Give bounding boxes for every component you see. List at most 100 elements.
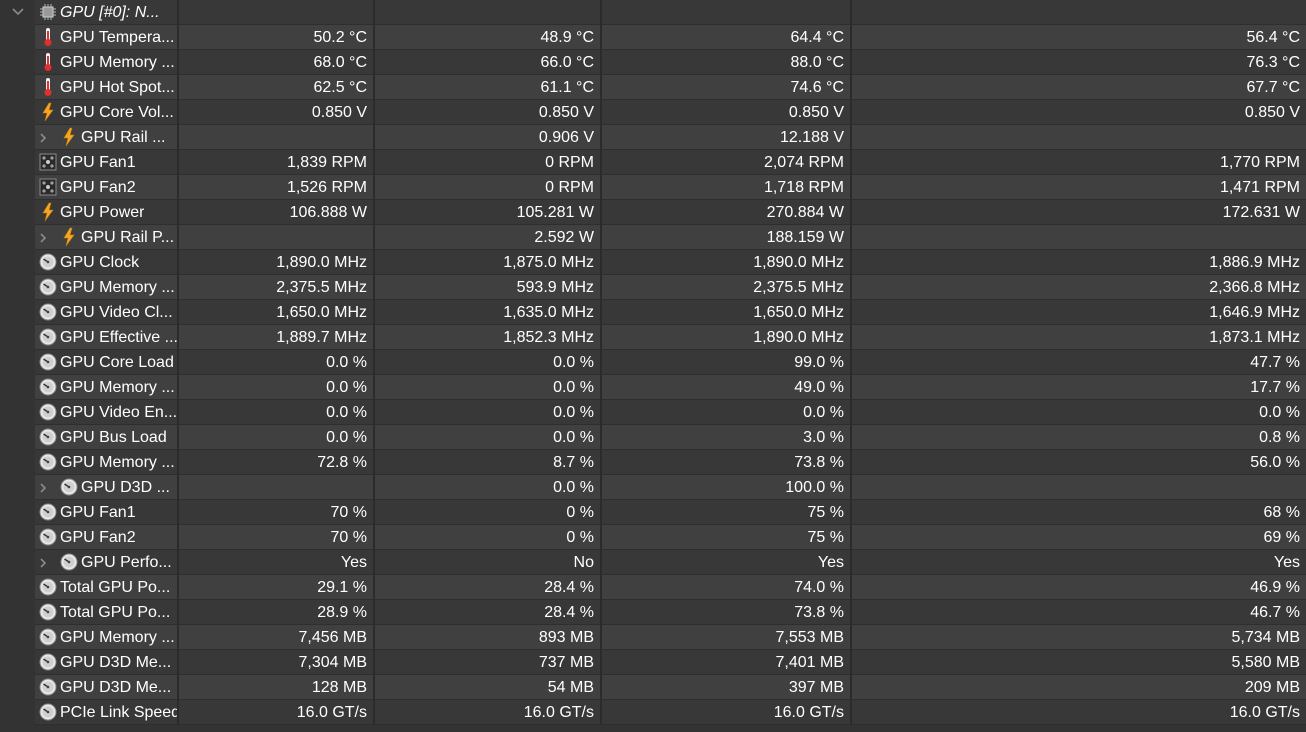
table-row[interactable]: GPU Effective ... 1,889.7 MHz 1,852.3 MHz 1… [0,325,1306,350]
table-row[interactable]: GPU Power 106.888 W 105.281 W 270.884 W 172.… [0,200,1306,225]
device-header-row[interactable]: GPU [#0]: N... [0,0,1306,25]
table-row[interactable]: GPU Fan2 70 % 0 % 75 % 69 % [0,525,1306,550]
value-cell-v3: 73.8 % [602,600,852,625]
table-row[interactable]: Total GPU Po... 28.9 % 28.4 % 73.8 % 46.7 % [0,600,1306,625]
fan-icon [38,177,58,197]
table-row[interactable]: GPU Fan2 1,526 RPM 0 RPM 1,718 RPM 1,471 RPM [0,175,1306,200]
sensor-name-cell: GPU Fan2 [35,525,179,550]
sensor-label: GPU Bus Load [60,428,167,446]
value-cell-v2: 2.592 W [375,225,602,250]
sensor-label: GPU Fan1 [60,503,136,521]
value-cell-v4: 76.3 °C [852,50,1306,75]
table-row[interactable]: PCIe Link Speed 16.0 GT/s 16.0 GT/s 16.0 GT… [0,700,1306,725]
sensor-name-cell: GPU Fan2 [35,175,179,200]
value-cell-v3: 64.4 °C [602,25,852,50]
tree-gutter [0,300,35,325]
value-cell-v2: 1,635.0 MHz [375,300,602,325]
value-cell-v2: 105.281 W [375,200,602,225]
table-row[interactable]: GPU Perfo... Yes No Yes Yes [0,550,1306,575]
table-row[interactable]: GPU Fan1 1,839 RPM 0 RPM 2,074 RPM 1,770 RPM [0,150,1306,175]
table-row[interactable]: GPU Video En... 0.0 % 0.0 % 0.0 % 0.0 % [0,400,1306,425]
chevron-right-icon[interactable] [36,475,50,500]
sensor-name-cell: GPU Tempera... [35,25,179,50]
table-row[interactable]: GPU Fan1 70 % 0 % 75 % 68 % [0,500,1306,525]
value-cell-v3: 7,553 MB [602,625,852,650]
sensor-label: GPU Rail P... [81,228,175,246]
value-cell-v3: 49.0 % [602,375,852,400]
gauge-icon [38,702,58,722]
tree-gutter [0,0,35,25]
value-cell-v4: 0.0 % [852,400,1306,425]
table-row[interactable]: GPU Memory ... 72.8 % 8.7 % 73.8 % 56.0 % [0,450,1306,475]
lightning-icon [38,102,58,122]
sensor-rows: GPU Tempera... 50.2 °C 48.9 °C 64.4 °C 56.4 … [0,25,1306,725]
sensor-name-cell: GPU Core Vol... [35,100,179,125]
table-row[interactable]: GPU Hot Spot... 62.5 °C 61.1 °C 74.6 °C 67.7… [0,75,1306,100]
table-row[interactable]: GPU Clock 1,890.0 MHz 1,875.0 MHz 1,890.0 M… [0,250,1306,275]
value-cell-v1: 16.0 GT/s [179,700,375,725]
sensor-label: GPU Memory ... [60,453,175,471]
sensor-name-cell: GPU Memory ... [35,625,179,650]
chevron-right-icon[interactable] [36,225,50,250]
tree-gutter [0,550,35,575]
table-row[interactable]: GPU D3D ... 0.0 % 100.0 % [0,475,1306,500]
table-row[interactable]: Total GPU Po... 29.1 % 28.4 % 74.0 % 46.9 % [0,575,1306,600]
value-cell-v2: 0 % [375,525,602,550]
value-cell-v1: 62.5 °C [179,75,375,100]
value-cell-v4: Yes [852,550,1306,575]
table-row[interactable]: GPU D3D Me... 128 MB 54 MB 397 MB 209 MB [0,675,1306,700]
value-cell-v3: 1,890.0 MHz [602,325,852,350]
table-row[interactable]: GPU Core Load 0.0 % 0.0 % 99.0 % 47.7 % [0,350,1306,375]
tree-gutter [0,100,35,125]
value-cell-v1: 1,890.0 MHz [179,250,375,275]
tree-gutter [0,425,35,450]
value-cell-v4: 1,770 RPM [852,150,1306,175]
table-row[interactable]: GPU Video Cl... 1,650.0 MHz 1,635.0 MHz 1,6… [0,300,1306,325]
value-cell-v3: 188.159 W [602,225,852,250]
sensor-name-cell: GPU Memory ... [35,275,179,300]
sensor-label: Total GPU Po... [60,578,171,596]
header-v2 [375,0,602,25]
table-row[interactable]: GPU Bus Load 0.0 % 0.0 % 3.0 % 0.8 % [0,425,1306,450]
table-row[interactable]: GPU D3D Me... 7,304 MB 737 MB 7,401 MB 5,580… [0,650,1306,675]
value-cell-v1: 106.888 W [179,200,375,225]
value-cell-v2: 28.4 % [375,575,602,600]
value-cell-v4: 46.9 % [852,575,1306,600]
sensor-label: GPU Fan2 [60,178,136,196]
tree-gutter [0,125,35,150]
value-cell-v1: 0.0 % [179,400,375,425]
table-row[interactable]: GPU Rail ... 0.906 V 12.188 V [0,125,1306,150]
value-cell-v3: 88.0 °C [602,50,852,75]
value-cell-v2: 54 MB [375,675,602,700]
value-cell-v2: 0.0 % [375,475,602,500]
table-row[interactable]: GPU Rail P... 2.592 W 188.159 W [0,225,1306,250]
table-row[interactable]: GPU Memory ... 7,456 MB 893 MB 7,553 MB 5,73… [0,625,1306,650]
table-row[interactable]: GPU Core Vol... 0.850 V 0.850 V 0.850 V 0.85… [0,100,1306,125]
chevron-right-icon[interactable] [36,125,50,150]
gauge-icon [38,327,58,347]
sensor-label: GPU Memory ... [60,378,175,396]
tree-gutter [0,325,35,350]
table-row[interactable]: GPU Memory ... 0.0 % 0.0 % 49.0 % 17.7 % [0,375,1306,400]
value-cell-v4: 56.4 °C [852,25,1306,50]
value-cell-v2: 737 MB [375,650,602,675]
tree-gutter [0,150,35,175]
sensor-label: GPU Rail ... [81,128,166,146]
value-cell-v3: 75 % [602,525,852,550]
table-row[interactable]: GPU Memory ... 68.0 °C 66.0 °C 88.0 °C 76.3 … [0,50,1306,75]
value-cell-v2: 0.0 % [375,425,602,450]
sensor-table: GPU [#0]: N... GPU Tempera... 50.2 °C 48.9… [0,0,1306,732]
value-cell-v4: 46.7 % [852,600,1306,625]
chevron-down-icon[interactable] [10,5,26,19]
sensor-label: GPU Memory ... [60,278,175,296]
value-cell-v2: 1,875.0 MHz [375,250,602,275]
tree-gutter [0,600,35,625]
header-v1 [179,0,375,25]
value-cell-v2: No [375,550,602,575]
sensor-name-cell: GPU Rail P... [35,225,179,250]
tree-gutter [0,450,35,475]
chevron-right-icon[interactable] [36,550,50,575]
table-row[interactable]: GPU Tempera... 50.2 °C 48.9 °C 64.4 °C 56.4 … [0,25,1306,50]
table-row[interactable]: GPU Memory ... 2,375.5 MHz 593.9 MHz 2,375.… [0,275,1306,300]
sensor-name-cell: GPU Bus Load [35,425,179,450]
